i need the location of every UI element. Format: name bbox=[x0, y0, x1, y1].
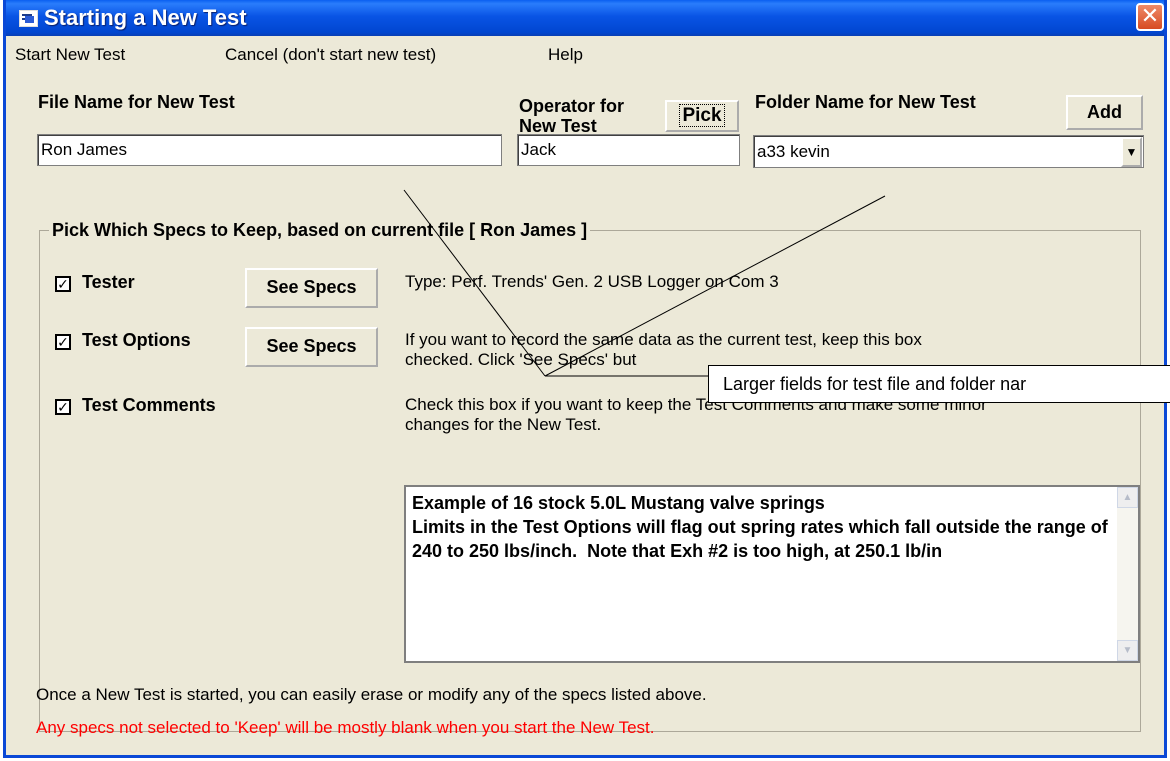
footer-info: Once a New Test is started, you can easi… bbox=[36, 685, 707, 704]
test-comments-description-line2: changes for the New Test. bbox=[405, 415, 602, 434]
tester-see-specs-button[interactable]: See Specs bbox=[245, 268, 378, 308]
tester-description: Type: Perf. Trends' Gen. 2 USB Logger on… bbox=[405, 272, 779, 291]
folder-name-label: Folder Name for New Test bbox=[755, 92, 976, 112]
scroll-down-icon[interactable]: ▼ bbox=[1117, 640, 1138, 661]
window-title: Starting a New Test bbox=[44, 5, 247, 30]
test-comments-textarea[interactable]: Example of 16 stock 5.0L Mustang valve s… bbox=[404, 485, 1140, 663]
folder-select[interactable]: a33 kevin ▼ bbox=[753, 135, 1144, 168]
test-options-checkbox[interactable]: ✓ bbox=[55, 334, 71, 350]
operator-input[interactable]: Jack bbox=[517, 134, 740, 166]
chevron-down-icon[interactable]: ▼ bbox=[1121, 137, 1142, 167]
title-bar[interactable]: Starting a New Test ✕ bbox=[6, 0, 1164, 36]
comments-scrollbar[interactable]: ▲ ▼ bbox=[1117, 487, 1138, 661]
footer-warning: Any specs not selected to 'Keep' will be… bbox=[36, 718, 655, 737]
menu-bar: Start New Test Cancel (don't start new t… bbox=[6, 36, 1164, 72]
test-options-description-line1: If you want to record the same data as t… bbox=[405, 330, 922, 349]
scroll-up-icon[interactable]: ▲ bbox=[1117, 487, 1138, 508]
test-comments-text: Example of 16 stock 5.0L Mustang valve s… bbox=[412, 493, 1108, 561]
pick-operator-label: Pick bbox=[679, 104, 725, 127]
specs-group-title: Pick Which Specs to Keep, based on curre… bbox=[49, 220, 591, 241]
menu-help[interactable]: Help bbox=[548, 45, 583, 65]
test-options-description-line2: checked. Click 'See Specs' but bbox=[405, 350, 637, 369]
operator-label-line1: Operator for bbox=[519, 96, 625, 116]
file-name-input[interactable]: Ron James bbox=[37, 134, 502, 166]
add-folder-button[interactable]: Add bbox=[1066, 95, 1143, 130]
window-icon bbox=[19, 10, 38, 27]
pick-operator-button[interactable]: Pick bbox=[665, 100, 739, 132]
annotation-callout: Larger fields for test file and folder n… bbox=[708, 365, 1170, 403]
menu-start-new-test[interactable]: Start New Test bbox=[15, 45, 125, 65]
close-button[interactable]: ✕ bbox=[1136, 3, 1164, 31]
menu-cancel[interactable]: Cancel (don't start new test) bbox=[225, 45, 436, 65]
test-comments-label: Test Comments bbox=[82, 395, 216, 415]
file-name-label: File Name for New Test bbox=[38, 92, 235, 112]
tester-label: Tester bbox=[82, 272, 135, 292]
test-comments-checkbox[interactable]: ✓ bbox=[55, 399, 71, 415]
folder-select-value: a33 kevin bbox=[757, 142, 830, 161]
test-options-see-specs-button[interactable]: See Specs bbox=[245, 327, 378, 367]
tester-checkbox[interactable]: ✓ bbox=[55, 276, 71, 292]
test-options-label: Test Options bbox=[82, 330, 191, 350]
